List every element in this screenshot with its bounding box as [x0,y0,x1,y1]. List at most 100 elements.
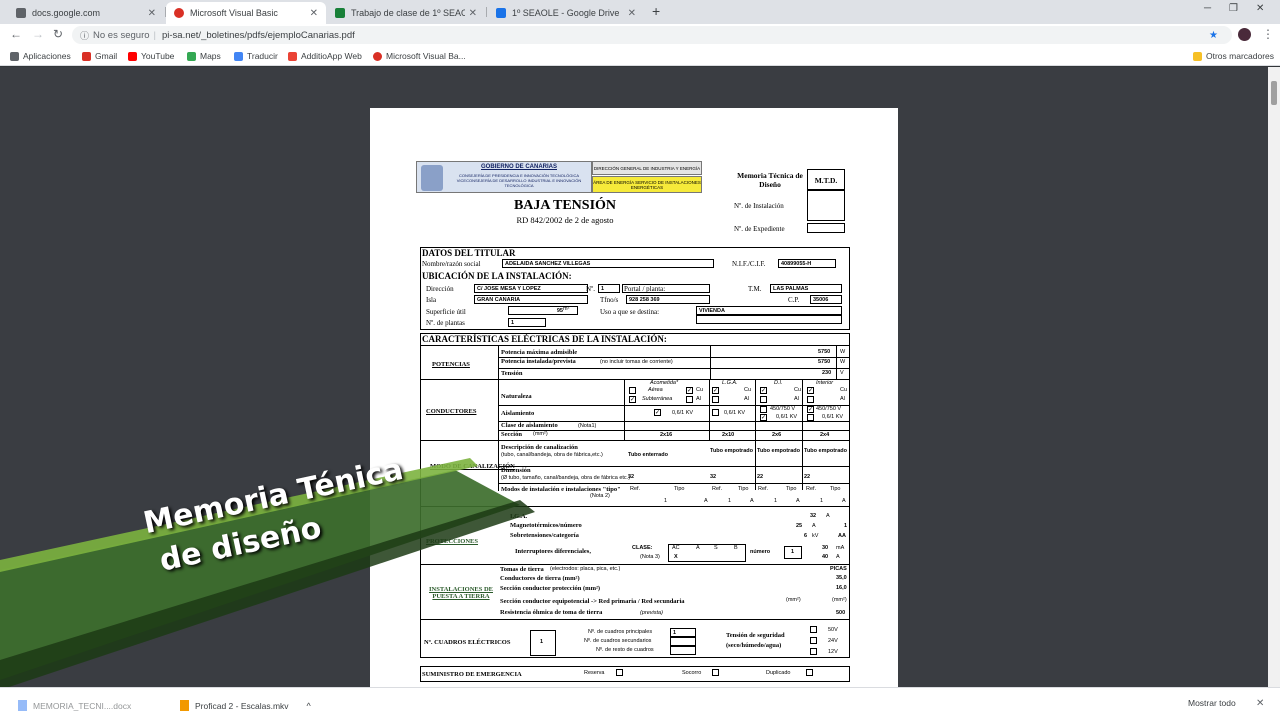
address-bar[interactable]: ⓘ No es seguro | pi-sa.net/_boletines/pd… [72,26,1232,44]
url-text[interactable]: pi-sa.net/_boletines/pdfs/ejemploCanaria… [162,30,355,41]
subterranea-label: Subterránea [642,396,673,402]
new-tab-button[interactable]: + [652,3,660,19]
al-label: Al [840,396,845,402]
tab-docs[interactable]: docs.google.com ✕ [8,2,164,24]
al-label: Al [744,396,749,402]
translate-icon [234,51,243,61]
minimize-icon[interactable]: ─ [1204,3,1211,14]
maximize-icon[interactable]: ❐ [1229,3,1238,14]
di-kv-checkbox[interactable]: ✓ [760,414,767,421]
nombre-field: ADELAIDA SANCHEZ VILLEGAS [502,259,714,268]
bookmark-traducir[interactable]: Traducir [234,51,278,61]
pdf-viewer[interactable]: GOBIERNO DE CANARIAS CONSEJERÍA DE PRESI… [0,67,1268,687]
bookmark-additio[interactable]: AdditioApp Web [288,51,362,61]
clase-label: CLASE: [632,545,653,551]
v12-checkbox[interactable] [810,648,817,655]
kv06-label: 0,6/1 KV [724,410,746,416]
v50-label: 50V [828,627,838,633]
reserva-label: Reserva [584,670,605,676]
reserva-checkbox[interactable] [616,669,623,676]
tab-label: Microsoft Visual Basic [190,8,278,18]
interior-cu-checkbox[interactable]: ✓ [807,387,814,394]
area-energia-label: ÁREA DE ENERGÍA SERVICIO DE INSTALACIONE… [592,176,702,193]
bookmark-otros[interactable]: Otros marcadores [1193,51,1274,61]
classroom-favicon-icon [335,8,345,18]
duplicado-checkbox[interactable] [806,669,813,676]
duplicado-label: Duplicado [766,670,791,676]
potencia-maxima-unit: W [840,349,846,355]
tab-google-drive[interactable]: 1º SEAOLE - Google Drive ✕ [488,2,644,24]
cu-label: Cu [744,387,752,393]
acometida-al-checkbox[interactable] [686,396,693,403]
download-item-docx[interactable]: MEMORIA_TECNI....docx [18,700,131,711]
close-downloads-icon[interactable]: ✕ [1256,698,1264,709]
kv06-label: 0,6/1 KV [776,414,798,420]
tipo-header: Tipo [738,486,749,492]
close-tab-icon[interactable]: ✕ [469,8,477,19]
tab-trabajo-clase[interactable]: Trabajo de clase de 1º SEAOLE ✕ [327,2,485,24]
info-icon[interactable]: ⓘ [80,29,89,42]
close-tab-icon[interactable]: ✕ [148,8,156,19]
tension-seguridad-note: (seco/húmedo/agua) [726,642,782,649]
bookmark-gmail[interactable]: Gmail [82,51,117,61]
forward-arrow-icon[interactable]: → [32,27,44,41]
bookmark-youtube[interactable]: YouTube [128,51,174,61]
download-item-mkv[interactable]: Proficad 2 - Escalas.mkv ^ [180,700,311,711]
aislamiento-lga-checkbox[interactable] [712,409,719,416]
canalizacion-lga: Tubo empotrado [710,448,753,454]
di-al-checkbox[interactable] [760,396,767,403]
menu-dots-icon[interactable]: ⋮ [1262,27,1274,41]
aerea-checkbox[interactable] [629,387,636,394]
bookmark-maps[interactable]: Maps [187,51,221,61]
di-cu-checkbox[interactable]: ✓ [760,387,767,394]
profile-avatar[interactable] [1238,28,1251,41]
iga-value: 32 [810,513,817,519]
close-tab-icon[interactable]: ✕ [628,8,636,19]
vertical-scrollbar[interactable] [1268,67,1280,687]
protecciones-label: PROTECCIONES [426,538,479,545]
cu-label: Cu [794,387,802,393]
v24-label: 24V [828,638,838,644]
lga-cu-checkbox[interactable]: ✓ [712,387,719,394]
seccion-proteccion-value: 16,0 [836,585,847,591]
magnetotermicos-count: 1 [844,523,848,529]
chevron-up-icon[interactable]: ^ [307,701,311,711]
direccion-general-label: DIRECCIÓN GENERAL DE INDUSTRIA Y ENERGÍA [592,161,702,175]
bookmark-visual-basic[interactable]: Microsoft Visual Ba... [373,51,466,61]
seccion-label: Sección [501,431,522,438]
acometida-cu-checkbox[interactable]: ✓ [686,387,693,394]
reload-icon[interactable]: ↻ [53,27,63,41]
v50-checkbox[interactable] [810,626,817,633]
ubicacion-header: UBICACIÓN DE LA INSTALACIÓN: [422,271,572,281]
bookmark-aplicaciones[interactable]: Aplicaciones [10,51,71,61]
v450-label: 450/750 V [816,406,842,412]
descripcion-note: (tubo, canal/bandeja, obra de fábrica,et… [501,452,603,458]
plantas-label: Nº. de plantas [426,319,465,327]
star-icon[interactable]: ★ [1209,30,1218,41]
diferencial-ma-unit: mA [836,545,845,551]
interior-450-checkbox[interactable]: ✓ [807,406,814,413]
magnetotermicos-value: 25 [796,523,803,529]
subterranea-checkbox[interactable]: ✓ [629,396,636,403]
socorro-checkbox[interactable] [712,669,719,676]
lga-al-checkbox[interactable] [712,396,719,403]
close-window-icon[interactable]: ✕ [1256,3,1264,14]
tab-visual-basic[interactable]: Microsoft Visual Basic ✕ [166,2,326,24]
di-450-checkbox[interactable] [760,406,767,413]
potencia-instalada-value: 5750 [818,359,831,365]
show-all-button[interactable]: Mostrar todo [1188,698,1236,708]
scrollbar-thumb[interactable] [1271,81,1277,105]
cuadros-label: Nº. CUADROS ELÉCTRICOS [424,639,511,646]
back-arrow-icon[interactable]: ← [10,27,22,41]
aislamiento-acometida-checkbox[interactable]: ✓ [654,409,661,416]
close-tab-icon[interactable]: ✕ [310,8,318,19]
interior-kv-checkbox[interactable] [807,414,814,421]
descripcion-label: Descripción de canalización [501,444,578,451]
interior-al-checkbox[interactable] [807,396,814,403]
dimension-di: 22 [757,474,764,480]
cuadros-resto-label: Nº. de resto de cuadros [596,647,654,653]
v24-checkbox[interactable] [810,637,817,644]
seccion-equipotencial-label: Sección conductor equipotencial -> Red p… [500,598,685,605]
plantas-field: 1 [508,318,546,327]
bookmark-label: Aplicaciones [23,51,71,61]
